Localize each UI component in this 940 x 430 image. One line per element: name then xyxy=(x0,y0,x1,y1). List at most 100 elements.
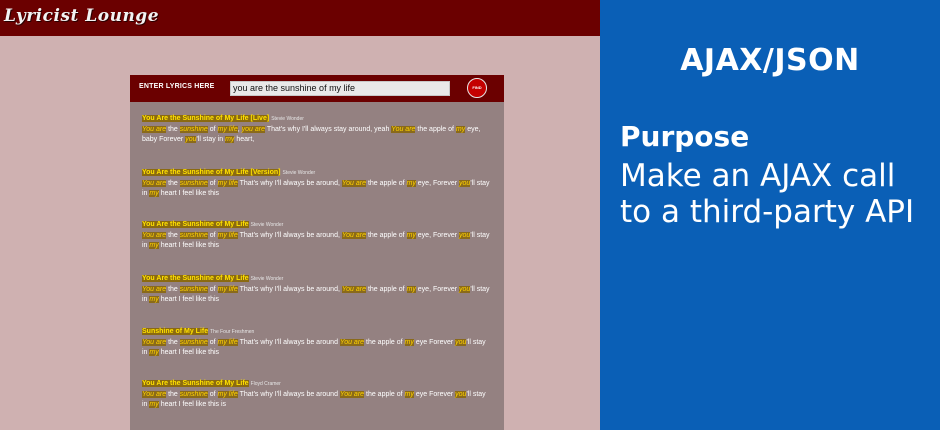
result-title-row: You Are the Sunshine of My Life [Version… xyxy=(142,168,492,178)
snippet-text: of xyxy=(207,286,218,293)
snippet-text: the xyxy=(166,286,180,293)
result-artist: Stevie Wonder xyxy=(271,116,304,122)
result-title-row: You Are the Sunshine of My Life [Live] St… xyxy=(142,114,492,124)
snippet-highlight: you xyxy=(455,391,467,398)
result-item[interactable]: You Are the Sunshine of My Life [Version… xyxy=(142,168,492,199)
snippet-text: the xyxy=(166,339,180,346)
snippet-highlight: You are xyxy=(391,126,416,133)
snippet-text: the apple of xyxy=(364,339,405,346)
snippet-highlight: sunshine xyxy=(179,391,208,398)
snippet-highlight: You are xyxy=(341,232,367,239)
snippet-text: heart I feel like this xyxy=(158,242,220,249)
purpose-text: Make an AJAX call to a third-party API xyxy=(620,158,915,230)
snippet-highlight: my xyxy=(149,401,159,408)
snippet-text: 'll stay in xyxy=(196,136,226,143)
result-title-row: You Are the Sunshine of My Life Stevie Wo… xyxy=(142,220,492,230)
snippet-highlight: my life xyxy=(217,391,238,398)
result-title-row: You Are the Sunshine of My Life Floyd Cra… xyxy=(142,379,492,389)
snippet-text: eye, Forever xyxy=(415,232,460,239)
snippet-highlight: my xyxy=(225,136,235,143)
snippet-text: the apple of xyxy=(415,126,456,133)
result-snippet: You are the sunshine of my life That's w… xyxy=(142,338,492,358)
snippet-text: That's why I'll always stay around, yeah xyxy=(265,126,392,133)
result-item[interactable]: You Are the Sunshine of My Life Stevie Wo… xyxy=(142,220,492,251)
result-title[interactable]: You Are the Sunshine of My Life xyxy=(142,221,249,228)
snippet-highlight: my xyxy=(406,232,416,239)
result-title[interactable]: Sunshine of My Life xyxy=(142,328,209,335)
snippet-text: eye, Forever xyxy=(415,286,460,293)
result-artist: Stevie Wonder xyxy=(250,276,284,282)
result-snippet: You are the sunshine of my life That's w… xyxy=(142,179,492,199)
info-title: AJAX/JSON xyxy=(680,43,860,78)
snippet-text: heart, xyxy=(234,136,255,143)
snippet-highlight: my xyxy=(404,339,414,346)
snippet-highlight: You are xyxy=(142,391,167,398)
snippet-text: heart I feel like this is xyxy=(158,401,227,408)
snippet-highlight: you xyxy=(459,232,471,239)
snippet-highlight: my life xyxy=(217,286,238,293)
snippet-highlight: sunshine xyxy=(179,180,208,187)
snippet-text: heart I feel like this xyxy=(158,296,220,303)
snippet-highlight: my life xyxy=(217,180,238,187)
result-title[interactable]: You Are the Sunshine of My Life [Version… xyxy=(142,169,281,176)
result-artist: Stevie Wonder xyxy=(250,222,284,228)
snippet-highlight: You are xyxy=(142,232,167,239)
result-snippet: You are the sunshine of my life, you are… xyxy=(142,125,492,145)
snippet-text: the apple of xyxy=(364,391,405,398)
result-item[interactable]: Sunshine of My Life The Four Freshmen You … xyxy=(142,327,492,358)
snippet-highlight: my xyxy=(149,349,159,356)
snippet-highlight: you xyxy=(185,136,197,143)
snippet-highlight: You are xyxy=(142,126,167,133)
snippet-highlight: my life xyxy=(217,339,238,346)
snippet-highlight: my life xyxy=(217,126,238,133)
snippet-text: the apple of xyxy=(366,180,407,187)
snippet-text: eye Forever xyxy=(413,391,456,398)
result-snippet: You are the sunshine of my life That's w… xyxy=(142,231,492,251)
snippet-highlight: my xyxy=(455,126,466,133)
search-panel: ENTER LYRICS HERE FIND You Are the Sunsh… xyxy=(130,75,504,430)
result-item[interactable]: You Are the Sunshine of My Life [Live] St… xyxy=(142,114,492,145)
snippet-highlight: you are xyxy=(241,126,266,133)
result-title[interactable]: You Are the Sunshine of My Life xyxy=(142,380,249,387)
snippet-text: the xyxy=(166,180,180,187)
search-input[interactable] xyxy=(230,81,450,96)
result-title-row: You Are the Sunshine of My Life Stevie Wo… xyxy=(142,274,492,284)
find-button[interactable]: FIND xyxy=(467,78,487,98)
snippet-text: the apple of xyxy=(366,286,407,293)
logo[interactable]: Lyricist Lounge xyxy=(4,6,159,26)
result-item[interactable]: You Are the Sunshine of My Life Stevie Wo… xyxy=(142,274,492,305)
snippet-text: eye Forever xyxy=(413,339,456,346)
result-artist: Stevie Wonder xyxy=(282,170,316,176)
result-title[interactable]: You Are the Sunshine of My Life xyxy=(142,275,249,282)
snippet-highlight: You are xyxy=(142,339,167,346)
snippet-highlight: my xyxy=(149,190,159,197)
result-snippet: You are the sunshine of my life That's w… xyxy=(142,285,492,305)
snippet-highlight: my life xyxy=(217,232,238,239)
result-title[interactable]: You Are the Sunshine of My Life [Live] xyxy=(142,115,270,122)
result-artist: Floyd Cramer xyxy=(250,381,281,387)
snippet-text: of xyxy=(207,232,218,239)
snippet-highlight: You are xyxy=(142,180,167,187)
snippet-text: of xyxy=(207,180,218,187)
snippet-text: That's why I'll always be around xyxy=(237,391,340,398)
result-title-row: Sunshine of My Life The Four Freshmen xyxy=(142,327,492,337)
snippet-text: of xyxy=(207,339,218,346)
snippet-text: That's why I'll always be around, xyxy=(237,180,342,187)
result-item[interactable]: You Are the Sunshine of My Life Floyd Cra… xyxy=(142,379,492,410)
snippet-text: That's why I'll always be around, xyxy=(237,232,342,239)
snippet-highlight: you xyxy=(459,286,471,293)
snippet-text: the apple of xyxy=(366,232,407,239)
snippet-text: That's why I'll always be around, xyxy=(237,286,342,293)
snippet-text: of xyxy=(207,126,218,133)
snippet-text: heart I feel like this xyxy=(158,349,220,356)
snippet-text: That's why I'll always be around xyxy=(237,339,340,346)
top-bar: Lyricist Lounge xyxy=(0,0,600,36)
search-label: ENTER LYRICS HERE xyxy=(139,83,215,90)
snippet-highlight: You are xyxy=(341,286,367,293)
snippet-highlight: sunshine xyxy=(179,286,208,293)
snippet-highlight: You are xyxy=(142,286,167,293)
snippet-highlight: sunshine xyxy=(179,232,208,239)
snippet-highlight: my xyxy=(406,180,416,187)
snippet-highlight: my xyxy=(149,242,159,249)
snippet-text: the xyxy=(166,391,180,398)
